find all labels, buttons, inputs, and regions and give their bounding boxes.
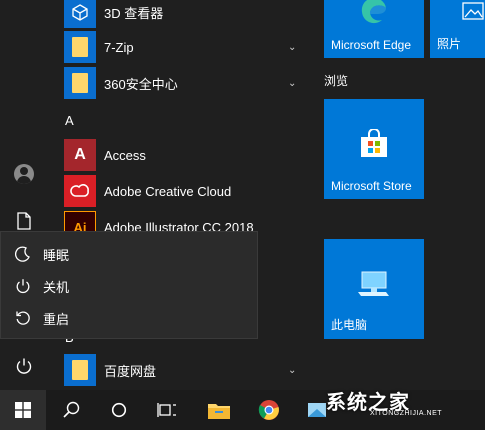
edge-icon [361, 0, 386, 24]
search-icon [63, 401, 80, 418]
task-view-icon [157, 403, 176, 417]
user-account-button[interactable] [0, 156, 48, 192]
app-icon [308, 403, 326, 417]
cortana-icon [111, 402, 127, 418]
list-item[interactable]: 360安全中心 ⌄ [48, 65, 310, 101]
power-icon [13, 276, 33, 296]
tile-group-title[interactable]: 浏览 [324, 72, 348, 89]
cortana-button[interactable] [96, 390, 142, 430]
menu-item-label: 重启 [43, 311, 70, 327]
tile-label: Microsoft Store [331, 179, 412, 193]
power-icon [16, 358, 32, 374]
start-button[interactable] [0, 390, 46, 430]
menu-item-label: 关机 [43, 279, 70, 295]
tile-label: 此电脑 [331, 318, 368, 332]
folder-icon [64, 354, 96, 386]
access-icon: A [64, 139, 96, 171]
file-explorer-icon [208, 404, 230, 419]
restart-menu-item[interactable]: 重启 [1, 302, 257, 334]
list-item[interactable]: 7-Zip ⌄ [48, 29, 310, 65]
tile-label: Microsoft Edge [331, 38, 412, 52]
task-view-button[interactable] [144, 390, 190, 430]
menu-item-label: 睡眠 [43, 247, 70, 263]
folder-icon [64, 31, 96, 63]
chevron-down-icon: ⌄ [288, 77, 297, 89]
power-menu: 睡眠 关机 重启 [0, 231, 258, 339]
creative-cloud-icon [64, 175, 96, 207]
file-explorer-taskbar-button[interactable] [196, 390, 242, 430]
document-icon [17, 212, 31, 230]
windows-logo-icon [15, 402, 31, 418]
app-label: 7-Zip [104, 39, 134, 55]
folder-icon [64, 67, 96, 99]
3d-viewer-icon [64, 0, 96, 28]
tile-this-pc[interactable]: 此电脑 [324, 239, 424, 339]
app-label: 百度网盘 [104, 363, 157, 379]
list-item[interactable]: A Access [48, 137, 310, 173]
search-button[interactable] [48, 390, 94, 430]
tile-photos[interactable]: 照片 [430, 0, 485, 58]
app-label: 360安全中心 [104, 76, 178, 92]
app-label: 3D 查看器 [104, 5, 164, 21]
shutdown-menu-item[interactable]: 关机 [1, 270, 257, 302]
tile-microsoft-edge[interactable]: Microsoft Edge [324, 0, 424, 58]
avatar-icon [14, 164, 34, 184]
chevron-down-icon: ⌄ [288, 41, 297, 53]
store-icon [361, 129, 387, 157]
chrome-icon [258, 400, 279, 420]
moon-icon [13, 244, 33, 264]
list-item[interactable]: 百度网盘 ⌄ [48, 352, 310, 388]
chevron-down-icon: ⌄ [288, 364, 297, 376]
tile-label: 照片 [437, 37, 462, 51]
chrome-taskbar-button[interactable] [246, 390, 292, 430]
restart-icon [13, 308, 33, 328]
section-header-a[interactable]: A [65, 113, 74, 128]
sleep-menu-item[interactable]: 睡眠 [1, 238, 257, 270]
power-button[interactable] [0, 348, 48, 384]
list-item[interactable]: 3D 查看器 [48, 0, 310, 30]
app-label: Access [104, 147, 146, 163]
list-item[interactable]: Adobe Creative Cloud [48, 173, 310, 209]
computer-icon [358, 271, 389, 296]
watermark-url: XITONGZHIJIA.NET [370, 410, 443, 417]
photos-icon [462, 2, 484, 20]
app-label: Adobe Creative Cloud [104, 183, 232, 199]
tile-microsoft-store[interactable]: Microsoft Store [324, 99, 424, 199]
